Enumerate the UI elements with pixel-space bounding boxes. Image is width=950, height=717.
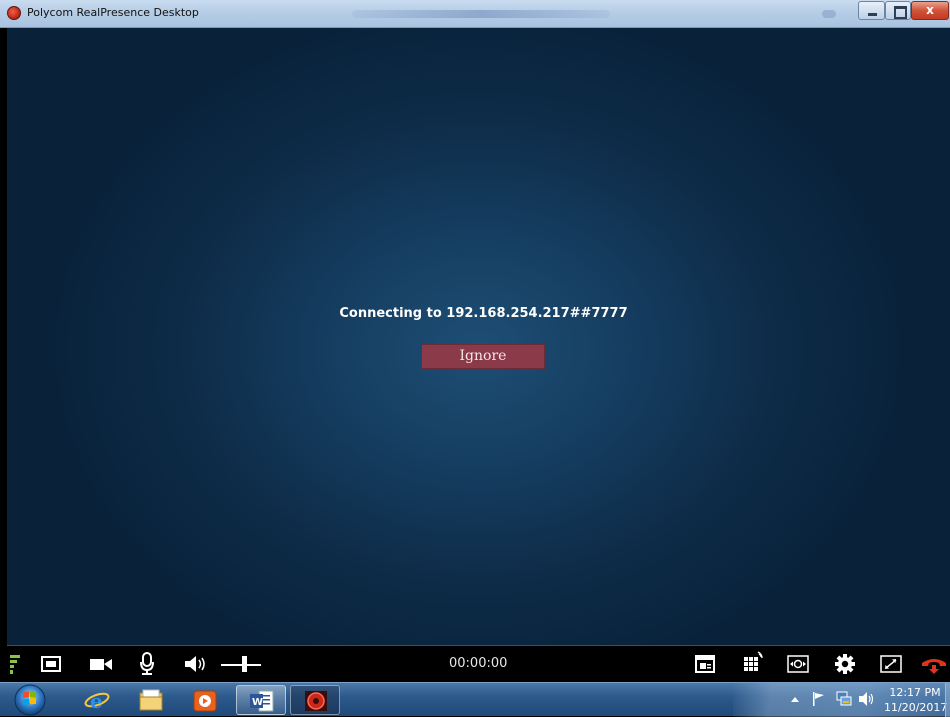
taskbar-media-player[interactable] bbox=[180, 685, 230, 715]
connecting-status: Connecting to 192.168.254.217##7777 bbox=[339, 306, 628, 321]
file-explorer-icon bbox=[139, 689, 163, 711]
fullscreen-icon[interactable] bbox=[880, 655, 902, 673]
svg-text:e: e bbox=[90, 689, 103, 711]
blurred-title-text-2 bbox=[822, 10, 836, 18]
minimize-button[interactable] bbox=[858, 1, 885, 20]
clock-date[interactable]: 11/20/2017 bbox=[884, 701, 947, 714]
show-hidden-icon[interactable] bbox=[790, 695, 800, 705]
start-orb[interactable] bbox=[12, 683, 48, 717]
internet-explorer-icon: e bbox=[84, 689, 110, 711]
settings-icon[interactable] bbox=[834, 653, 856, 675]
polycom-icon bbox=[305, 691, 327, 711]
call-control-bar: 00:00:00 bbox=[7, 645, 950, 682]
far-end-camera-icon[interactable] bbox=[787, 655, 809, 673]
clock-time[interactable]: 12:17 PM bbox=[884, 686, 946, 699]
action-center-flag-icon[interactable] bbox=[812, 691, 826, 707]
network-icon[interactable] bbox=[835, 690, 853, 708]
content-share-icon[interactable] bbox=[695, 655, 715, 673]
volume-icon[interactable] bbox=[858, 691, 876, 707]
video-stage: Connecting to 192.168.254.217##7777 Igno… bbox=[7, 28, 950, 645]
microphone-icon[interactable] bbox=[139, 652, 155, 676]
polycom-app-icon[interactable] bbox=[7, 6, 21, 20]
window-title: Polycom RealPresence Desktop bbox=[27, 6, 199, 19]
close-button[interactable]: x bbox=[911, 1, 949, 20]
camera-icon[interactable] bbox=[90, 657, 112, 671]
speaker-icon[interactable] bbox=[184, 655, 208, 673]
window-title-bar[interactable]: Polycom RealPresence Desktop x bbox=[0, 0, 950, 28]
taskbar-polycom[interactable] bbox=[290, 685, 340, 715]
word-icon: W bbox=[250, 690, 274, 712]
close-icon: x bbox=[926, 3, 934, 17]
media-player-icon bbox=[193, 690, 217, 712]
call-timer: 00:00:00 bbox=[449, 656, 508, 671]
signal-strength-icon[interactable] bbox=[10, 655, 20, 675]
show-desktop-button[interactable] bbox=[945, 683, 950, 717]
taskbar-internet-explorer[interactable]: e bbox=[72, 685, 122, 715]
self-view-icon[interactable] bbox=[41, 656, 61, 672]
keypad-icon[interactable] bbox=[742, 651, 764, 673]
taskbar-file-explorer[interactable] bbox=[126, 685, 176, 715]
hang-up-icon[interactable] bbox=[921, 656, 947, 674]
taskbar-word[interactable]: W bbox=[236, 685, 286, 715]
blurred-title-text bbox=[352, 10, 610, 18]
svg-text:W: W bbox=[252, 697, 263, 708]
volume-slider[interactable] bbox=[221, 654, 261, 674]
maximize-button[interactable] bbox=[885, 1, 911, 20]
windows-taskbar: e W 12:17 PM 11/20/2017 bbox=[0, 682, 950, 717]
ignore-button[interactable]: Ignore bbox=[421, 344, 545, 369]
